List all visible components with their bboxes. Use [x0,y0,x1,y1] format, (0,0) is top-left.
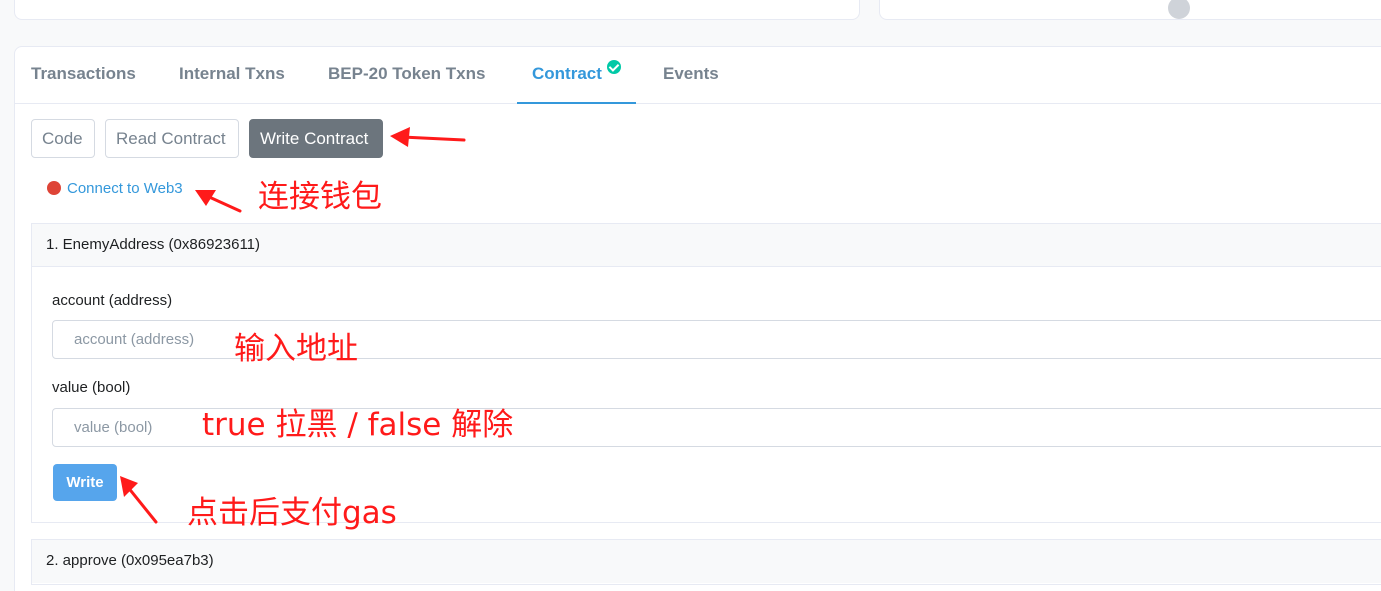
verified-check-icon [606,59,621,74]
function-header[interactable]: 1. EnemyAddress (0x86923611) [32,224,1381,267]
token-avatar [1168,0,1190,19]
read-contract-button[interactable]: Read Contract [105,119,239,158]
code-button[interactable]: Code [31,119,95,158]
tab-bep20-token-txns[interactable]: BEP-20 Token Txns [328,47,485,104]
top-card-right [879,0,1381,20]
annotation-address: 输入地址 [234,331,358,367]
annotation-connect: 连接钱包 [258,179,382,215]
tab-bar: Transactions Internal Txns BEP-20 Token … [15,47,1381,104]
disconnected-status-icon [47,181,61,195]
connect-web3-link[interactable]: Connect to Web3 [67,180,183,197]
annotation-write: 点击后支付gas [187,495,397,531]
tab-events[interactable]: Events [663,47,719,104]
function-card-enemy-address: 1. EnemyAddress (0x86923611) account (ad… [31,223,1381,523]
annotation-value: true 拉黑 / false 解除 [202,407,514,443]
function-header[interactable]: 2. approve (0x095ea7b3) [32,540,1381,583]
tab-internal-txns[interactable]: Internal Txns [179,47,285,104]
account-label: account (address) [52,292,173,309]
tab-contract-label: Contract [532,64,602,83]
tab-contract[interactable]: Contract [517,47,636,104]
top-card-left [14,0,860,20]
write-button[interactable]: Write [53,464,117,501]
function-card-approve: 2. approve (0x095ea7b3) [31,539,1381,585]
write-contract-button[interactable]: Write Contract [249,119,383,158]
tab-transactions[interactable]: Transactions [31,47,136,104]
value-label: value (bool) [52,379,131,396]
